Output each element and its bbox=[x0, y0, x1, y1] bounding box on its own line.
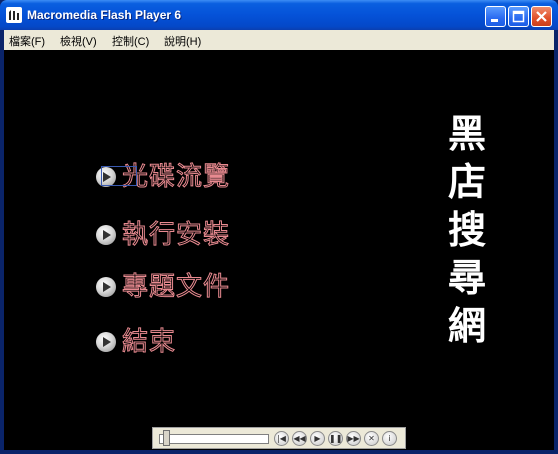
rewind-icon[interactable]: |◀ bbox=[274, 431, 289, 446]
vertical-title: 黑 店 搜 尋 網 bbox=[442, 110, 492, 350]
playback-controller: |◀ ◀◀ ▶ ❚❚ ▶▶ ✕ i bbox=[152, 427, 406, 449]
minimize-button[interactable] bbox=[485, 6, 506, 27]
title-bar[interactable]: Macromedia Flash Player 6 bbox=[0, 0, 558, 30]
maximize-button[interactable] bbox=[508, 6, 529, 27]
menu-entry-label: 光碟流覽 bbox=[121, 162, 231, 193]
menu-entry-browse-disc[interactable]: 光碟流覽 bbox=[96, 160, 256, 194]
focus-highlight bbox=[101, 166, 137, 186]
menu-file[interactable]: 檔案(F) bbox=[9, 33, 45, 49]
menu-view[interactable]: 檢視(V) bbox=[60, 33, 97, 49]
info-icon[interactable]: i bbox=[382, 431, 397, 446]
flash-stage: 光碟流覽 執行安裝 專題文件 結束 黑 店 搜 尋 網 bbox=[4, 50, 554, 450]
maximize-icon bbox=[512, 10, 525, 23]
menu-help[interactable]: 說明(H) bbox=[164, 33, 201, 49]
menu-entry-label: 專題文件 bbox=[121, 272, 231, 303]
flash-app-icon bbox=[6, 7, 22, 23]
menu-entry-exit[interactable]: 結束 bbox=[96, 325, 216, 359]
step-back-icon[interactable]: ◀◀ bbox=[292, 431, 307, 446]
minimize-icon bbox=[491, 19, 498, 22]
menu-entry-label: 結束 bbox=[121, 327, 177, 358]
title-char: 尋 bbox=[447, 255, 486, 300]
title-char: 店 bbox=[447, 159, 486, 204]
menu-entry-run-setup[interactable]: 執行安裝 bbox=[96, 218, 256, 252]
play-bullet-icon bbox=[96, 332, 116, 352]
play-bullet-icon bbox=[96, 225, 116, 245]
close-button[interactable] bbox=[531, 6, 552, 27]
pause-icon[interactable]: ❚❚ bbox=[328, 431, 343, 446]
play-bullet-icon bbox=[96, 277, 116, 297]
menu-control[interactable]: 控制(C) bbox=[112, 33, 149, 49]
play-icon[interactable]: ▶ bbox=[310, 431, 325, 446]
title-char: 搜 bbox=[447, 207, 486, 252]
step-forward-icon[interactable]: ▶▶ bbox=[346, 431, 361, 446]
seek-track[interactable] bbox=[159, 434, 269, 444]
title-char: 黑 bbox=[447, 111, 486, 156]
flash-player-window: Macromedia Flash Player 6 檔案(F) 檢視(V) 控制… bbox=[0, 0, 558, 454]
close-icon bbox=[536, 11, 547, 22]
menu-entry-label: 執行安裝 bbox=[121, 220, 231, 251]
stop-icon[interactable]: ✕ bbox=[364, 431, 379, 446]
menu-bar: 檔案(F) 檢視(V) 控制(C) 說明(H) bbox=[4, 30, 554, 50]
menu-entry-documents[interactable]: 專題文件 bbox=[96, 270, 256, 304]
seek-thumb[interactable] bbox=[163, 430, 170, 446]
window-title: Macromedia Flash Player 6 bbox=[27, 8, 182, 22]
title-char: 網 bbox=[447, 303, 486, 348]
